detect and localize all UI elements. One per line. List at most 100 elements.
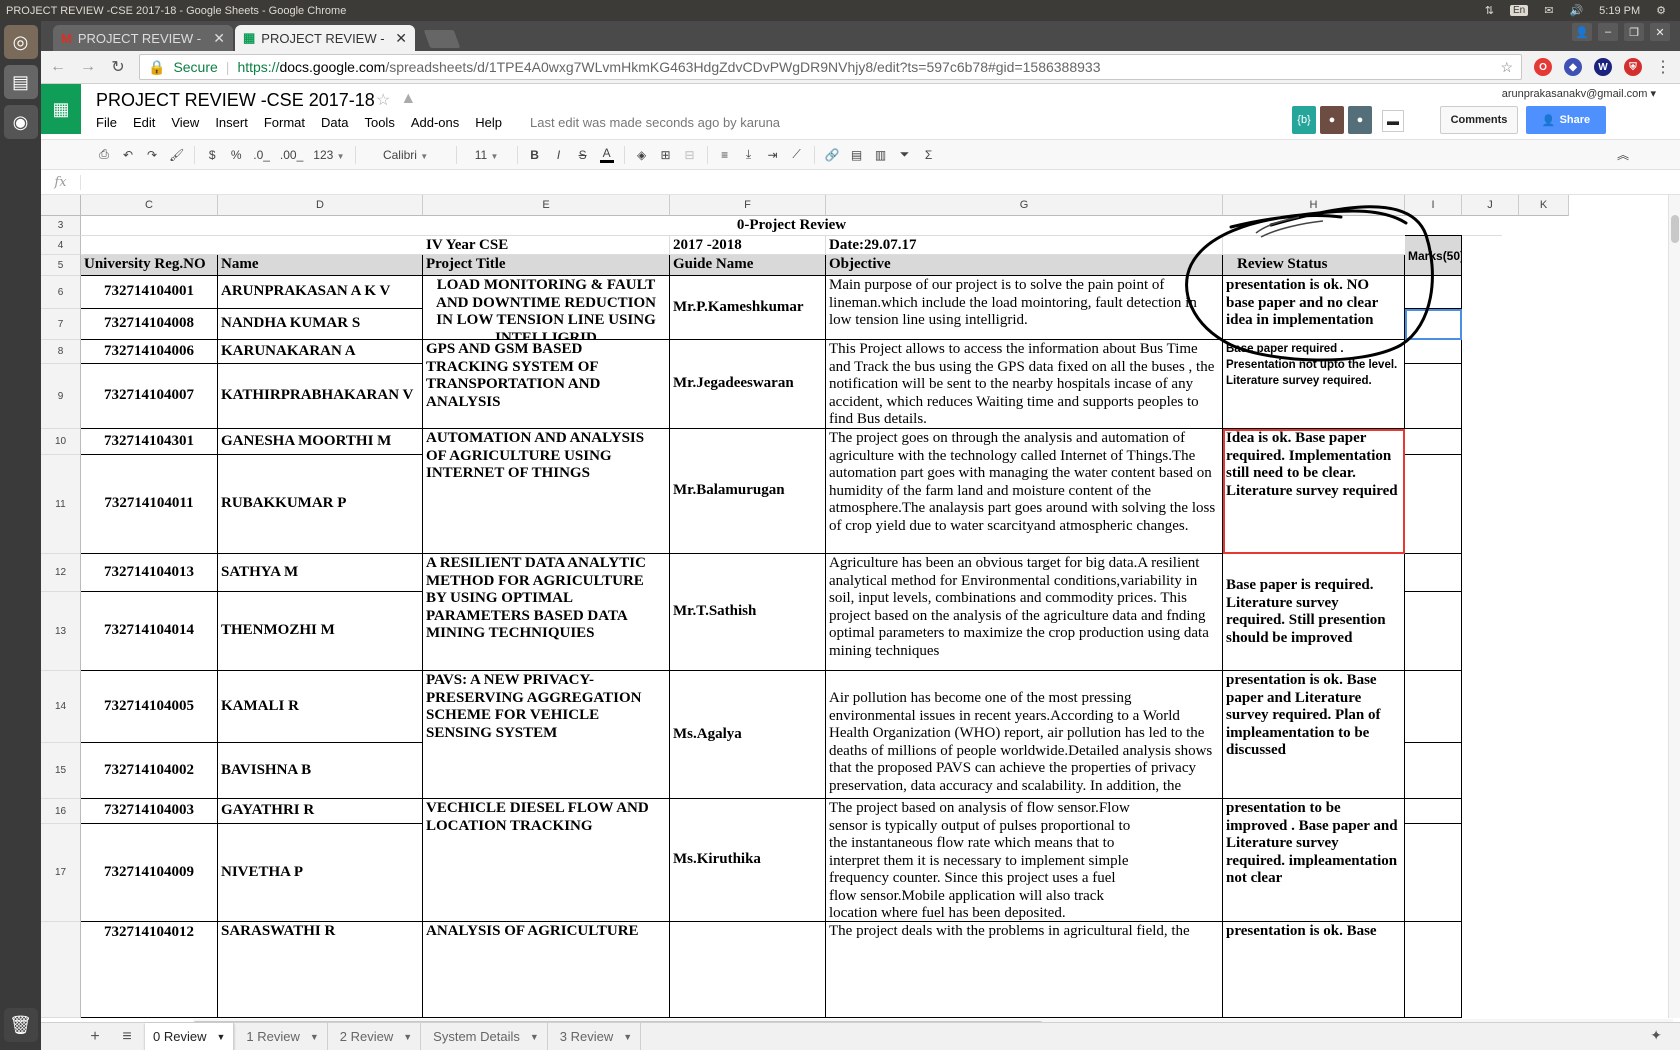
reg-no-cell[interactable]: 732714104014	[81, 592, 218, 671]
header-project-title[interactable]: Project Title	[423, 255, 670, 276]
insert-chart-icon[interactable]: ▥	[874, 148, 888, 162]
reg-no-cell[interactable]: 732714104011	[81, 455, 218, 554]
guide-name-cell[interactable]: Ms.Agalya	[670, 671, 826, 799]
star-icon[interactable]: ☆	[376, 90, 390, 110]
menu-view[interactable]: View	[171, 115, 199, 130]
cell[interactable]	[1223, 236, 1405, 255]
column-header-g[interactable]: G	[826, 195, 1223, 216]
student-name-cell[interactable]: KAMALI R	[218, 671, 423, 743]
project-title-cell[interactable]: PAVS: A NEW PRIVACY-PRESERVING AGGREGATI…	[423, 671, 670, 799]
project-title-cell[interactable]: AUTOMATION AND ANALYSIS OF AGRICULTURE U…	[423, 429, 670, 554]
marks-cell[interactable]	[1405, 455, 1462, 554]
reg-no-cell[interactable]: 732714104001	[81, 276, 218, 309]
chat-icon[interactable]: ▬	[1382, 110, 1404, 132]
number-format-button[interactable]: 123 ▼	[313, 148, 344, 162]
move-to-folder-icon[interactable]: ▲	[400, 90, 416, 110]
column-header-c[interactable]: C	[81, 195, 218, 216]
shield-extension-icon[interactable]: ⛨	[1624, 58, 1642, 76]
column-header-e[interactable]: E	[423, 195, 670, 216]
row-header[interactable]: 15	[41, 743, 81, 799]
reg-no-cell[interactable]: 732714104005	[81, 671, 218, 743]
column-header-i[interactable]: I	[1405, 195, 1462, 216]
review-status-cell[interactable]: presentation to be improved . Base paper…	[1223, 799, 1405, 922]
menu-insert[interactable]: Insert	[215, 115, 248, 130]
row-header[interactable]: 14	[41, 671, 81, 743]
project-title-cell[interactable]: ANALYSIS OF AGRICULTURE	[423, 922, 670, 1018]
header-reg-no[interactable]: University Reg.NO	[81, 255, 218, 276]
browser-tab-gmail[interactable]: M PROJECT REVIEW - ✕	[53, 25, 233, 51]
omnibox[interactable]: 🔒 Secure | https://docs.google.com/sprea…	[139, 54, 1522, 80]
reg-no-cell[interactable]: 732714104002	[81, 743, 218, 799]
marks-cell[interactable]	[1405, 364, 1462, 429]
objective-cell[interactable]: Main purpose of our project is to solve …	[826, 276, 1223, 340]
header-objective[interactable]: Objective	[826, 255, 1223, 276]
strikethrough-button[interactable]: S	[576, 148, 590, 162]
close-tab-icon[interactable]: ✕	[395, 30, 407, 47]
student-name-cell[interactable]: GAYATHRI R	[218, 799, 423, 824]
marks-cell[interactable]	[1405, 429, 1462, 455]
marks-cell[interactable]	[1405, 743, 1462, 799]
italic-button[interactable]: I	[552, 148, 566, 162]
forward-icon[interactable]: →	[79, 58, 97, 76]
row-header[interactable]: 10	[41, 429, 81, 455]
project-title-cell[interactable]: LOAD MONITORING & FAULT AND DOWNTIME RED…	[423, 276, 670, 340]
increase-decimal-button[interactable]: .00_	[280, 148, 303, 162]
chevron-down-icon[interactable]: ▼	[530, 1032, 539, 1042]
objective-cell[interactable]: The project deals with the problems in a…	[826, 922, 1223, 1018]
share-button[interactable]: 👤 Share	[1526, 106, 1606, 134]
account-email[interactable]: arunprakasanakv@gmail.com ▾	[1502, 87, 1656, 100]
network-icon[interactable]: ⇅	[1485, 4, 1494, 17]
decrease-decimal-button[interactable]: .0_	[253, 148, 270, 162]
marks-cell[interactable]	[1405, 276, 1462, 309]
merge-cells-icon[interactable]: ⊟	[683, 148, 697, 162]
year-label-cell[interactable]: IV Year CSE	[423, 236, 670, 255]
student-name-cell[interactable]: BAVISHNA B	[218, 743, 423, 799]
avatar[interactable]: {b}	[1292, 106, 1316, 134]
power-icon[interactable]: ⚙	[1656, 4, 1666, 17]
marks-cell[interactable]	[1405, 592, 1462, 671]
student-name-cell[interactable]: ARUNPRAKASAN A K V	[218, 276, 423, 309]
menu-data[interactable]: Data	[321, 115, 348, 130]
row-header[interactable]: 16	[41, 799, 81, 824]
row-header[interactable]: 8	[41, 340, 81, 364]
column-header-j[interactable]: J	[1462, 195, 1519, 216]
reg-no-cell[interactable]: 732714104009	[81, 824, 218, 922]
row-header[interactable]: 9	[41, 364, 81, 429]
menu-tools[interactable]: Tools	[364, 115, 394, 130]
row-header[interactable]: 7	[41, 309, 81, 340]
header-name[interactable]: Name	[218, 255, 423, 276]
project-title-cell[interactable]: GPS AND GSM BASED TRACKING SYSTEM OF TRA…	[423, 340, 670, 429]
student-name-cell[interactable]: SATHYA M	[218, 554, 423, 592]
trash-icon[interactable]: 🗑	[3, 1008, 38, 1042]
insert-comment-icon[interactable]: ▤	[850, 148, 864, 162]
guide-name-cell[interactable]: Ms.Kiruthika	[670, 799, 826, 922]
dash-icon[interactable]: ◎	[3, 25, 38, 59]
guide-name-cell[interactable]: Mr.P.Kameshkumar	[670, 276, 826, 340]
avatar[interactable]: ●	[1348, 106, 1372, 134]
student-name-cell[interactable]: NIVETHA P	[218, 824, 423, 922]
currency-button[interactable]: $	[205, 148, 219, 162]
project-title-cell[interactable]: VECHICLE DIESEL FLOW AND LOCATION TRACKI…	[423, 799, 670, 922]
guide-name-cell[interactable]: Mr.Jegadeeswaran	[670, 340, 826, 429]
row-header[interactable]	[41, 922, 81, 1018]
percent-button[interactable]: %	[229, 148, 243, 162]
select-all-corner[interactable]	[41, 195, 81, 216]
row-header[interactable]: 12	[41, 554, 81, 592]
chevron-down-icon[interactable]: ▼	[623, 1032, 632, 1042]
avatar[interactable]: ●	[1320, 106, 1344, 134]
files-icon[interactable]: ▤	[3, 65, 38, 99]
reg-no-cell[interactable]: 732714104008	[81, 309, 218, 340]
review-status-cell[interactable]: presentation is ok. NO base paper and no…	[1223, 276, 1405, 340]
column-header-h[interactable]: H	[1223, 195, 1405, 216]
marks-cell[interactable]	[1405, 340, 1462, 364]
chrome-icon[interactable]: ◉	[3, 105, 38, 139]
header-marks[interactable]: Marks(50)	[1405, 235, 1462, 276]
diamond-extension-icon[interactable]: ◆	[1564, 58, 1582, 76]
formula-input[interactable]	[81, 170, 1680, 194]
sheet-title-cell[interactable]: 0-Project Review	[81, 216, 1502, 236]
academic-year-cell[interactable]: 2017 -2018	[670, 236, 826, 255]
guide-name-cell[interactable]	[670, 922, 826, 1018]
objective-cell[interactable]: Air pollution has become one of the most…	[826, 671, 1223, 799]
sheet-tab-0-review[interactable]: 0 Review ▼	[145, 1023, 235, 1050]
comments-button[interactable]: Comments	[1440, 106, 1518, 134]
